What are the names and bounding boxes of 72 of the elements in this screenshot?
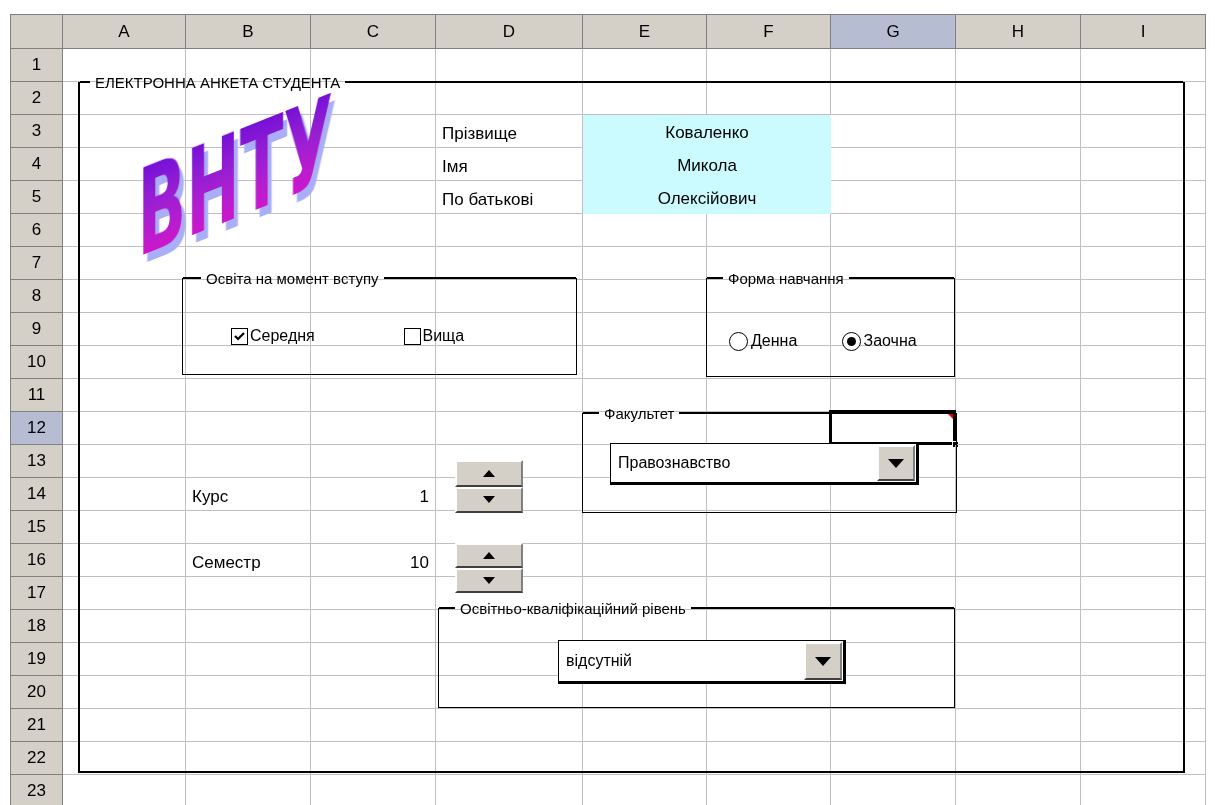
dropdown[interactable]: відсутній (558, 640, 846, 684)
row-header[interactable]: 18 (11, 610, 63, 643)
radio-label: Денна (751, 331, 798, 351)
row-header[interactable]: 14 (11, 478, 63, 511)
row-header[interactable]: 5 (11, 181, 63, 214)
row-header[interactable]: 17 (11, 577, 63, 610)
row-header[interactable]: 12 (11, 412, 63, 445)
column-header[interactable]: D (436, 15, 583, 49)
corner-cell[interactable] (11, 15, 63, 49)
row-header[interactable]: 10 (11, 346, 63, 379)
radio-label: Заочна (863, 331, 917, 351)
column-header[interactable]: I (1081, 15, 1206, 49)
spinner-label: Курс (192, 485, 229, 507)
row-header[interactable]: 21 (11, 709, 63, 742)
column-header[interactable]: H (956, 15, 1081, 49)
column-header[interactable]: C (311, 15, 436, 49)
spin-up-button[interactable] (455, 543, 523, 568)
dropdown-arrow-button[interactable] (804, 642, 842, 680)
column-header[interactable]: F (707, 15, 831, 49)
table-cell: Микола (583, 148, 831, 181)
checkbox[interactable] (403, 327, 421, 345)
row-header[interactable]: 15 (11, 511, 63, 544)
column-header[interactable]: A (63, 15, 186, 49)
row-header[interactable]: 3 (11, 115, 63, 148)
spin-down-button[interactable] (455, 486, 523, 513)
row-header[interactable]: 8 (11, 280, 63, 313)
group-title: Освітньо-кваліфікаційний рівень (459, 600, 687, 616)
checkbox-label: Середня (250, 326, 315, 346)
row-header[interactable]: 11 (11, 379, 63, 412)
group-title: Факультет (603, 405, 676, 421)
caret-down-icon (815, 656, 831, 666)
field-label: Імя (442, 155, 468, 177)
field-label: По батькові (442, 188, 534, 210)
column-header[interactable]: E (583, 15, 707, 49)
row-header[interactable]: 13 (11, 445, 63, 478)
radio-button[interactable] (841, 331, 861, 351)
spinner-value: 10 (410, 551, 429, 573)
row-header[interactable]: 22 (11, 742, 63, 775)
caret-down-icon (483, 577, 495, 584)
row-header[interactable]: 19 (11, 643, 63, 676)
row-header[interactable]: 7 (11, 247, 63, 280)
dropdown-value: Правознавство (617, 453, 732, 473)
row-header[interactable]: 20 (11, 676, 63, 709)
row-header[interactable]: 23 (11, 775, 63, 805)
row-header[interactable]: 4 (11, 148, 63, 181)
caret-down-icon (483, 496, 495, 504)
spinner-label: Семестр (192, 551, 261, 573)
spin-down-button[interactable] (455, 568, 523, 593)
caret-down-icon (888, 458, 904, 468)
fill-handle[interactable] (952, 441, 959, 448)
field-label: Прізвище (442, 122, 518, 144)
checkbox[interactable] (231, 327, 248, 345)
row-header[interactable]: 9 (11, 313, 63, 346)
caret-up-icon (483, 469, 495, 477)
dropdown-value: відсутній (565, 651, 634, 671)
dropdown-arrow-button[interactable] (877, 445, 915, 481)
column-header[interactable]: G (831, 15, 956, 49)
spin-up-button[interactable] (455, 460, 523, 487)
table-cell: Коваленко (583, 115, 831, 148)
table-cell: Олексійович (583, 181, 831, 214)
row-header[interactable]: 1 (11, 49, 63, 82)
column-header[interactable]: B (186, 15, 311, 49)
row-header[interactable]: 6 (11, 214, 63, 247)
dropdown[interactable]: Правознавство (610, 443, 919, 485)
checkbox-label: Вища (422, 326, 465, 346)
caret-up-icon (483, 552, 495, 559)
spinner-value: 1 (419, 485, 429, 507)
checkmark-icon (234, 331, 245, 341)
group-title: Форма навчання (727, 270, 845, 286)
row-header[interactable]: 16 (11, 544, 63, 577)
radio-button[interactable] (729, 331, 748, 351)
row-header[interactable]: 2 (11, 82, 63, 115)
